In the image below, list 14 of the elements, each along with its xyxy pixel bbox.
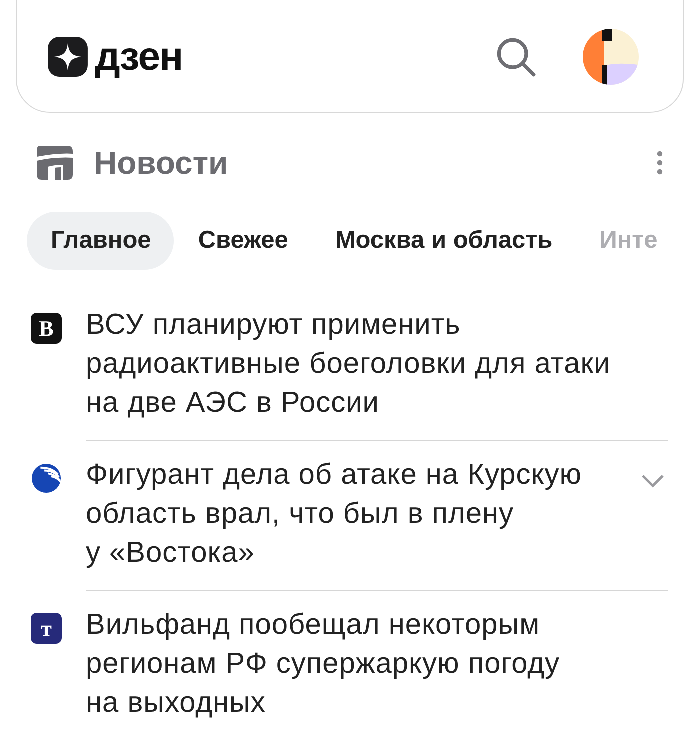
section-title: Новости	[94, 147, 228, 179]
news-headline[interactable]: ВСУ планируют применить радиоактивные боеголовки для атаки на две АЭС в России	[86, 306, 646, 423]
tab[interactable]: Главное	[27, 212, 174, 270]
logo-text[interactable]: дзен	[95, 36, 183, 76]
source-logo: B	[31, 313, 62, 344]
news-section-icon	[35, 143, 75, 183]
search-icon[interactable]	[495, 36, 537, 78]
logo-icon[interactable]	[47, 36, 89, 78]
tab[interactable]: Свежее	[174, 212, 312, 270]
tab[interactable]: Москва и область	[311, 212, 576, 270]
news-headline[interactable]: Фигурант дела об атаке на Курскую область врал, что был в плену у «Востока»	[86, 456, 638, 573]
more-icon[interactable]	[656, 151, 664, 175]
source-logo: т	[31, 613, 62, 644]
news-headline[interactable]: Вильфанд пообещал некоторым регионам РФ супержаркую погоду на выходных	[86, 606, 646, 723]
